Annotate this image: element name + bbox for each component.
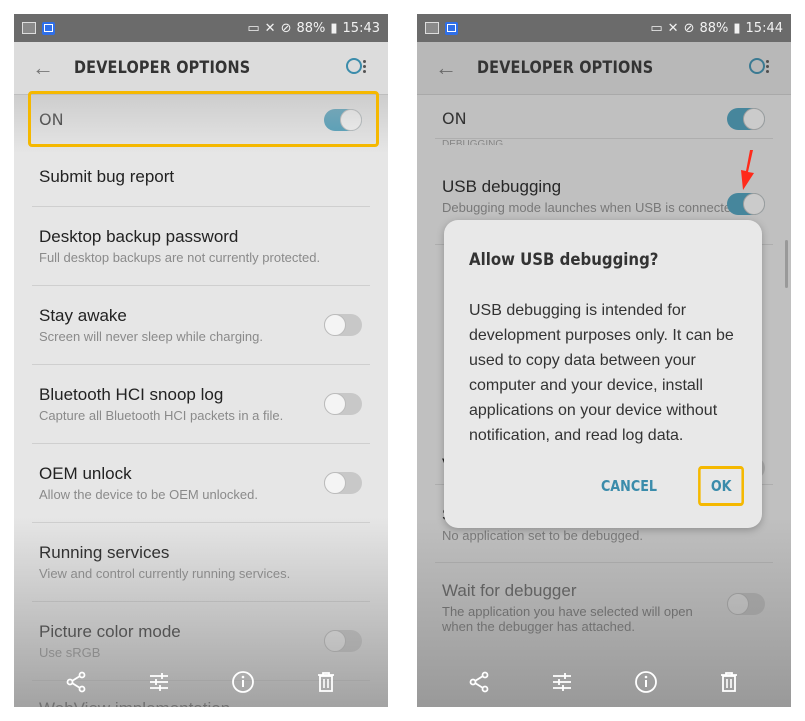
list-item[interactable]: Running services View and control curren… (14, 523, 388, 602)
dialog-message: USB debugging is intended for developmen… (469, 302, 734, 444)
list-item[interactable]: Stay awake Screen will never sleep while… (14, 286, 388, 365)
search-button[interactable] (747, 56, 773, 80)
status-bar: ▭ ✕ ⊘ 88% ▮ 15:43 (14, 14, 388, 42)
left-screen: ▭ ✕ ⊘ 88% ▮ 15:43 ← DEVELOPER OPTIONS ON… (14, 14, 388, 707)
clock: 15:43 (342, 20, 380, 36)
cast-icon: ▭ (650, 20, 663, 36)
battery-icon: ▮ (330, 20, 338, 36)
scrollbar[interactable] (785, 240, 788, 288)
dialog-title: Allow USB debugging? (469, 250, 659, 270)
bottom-toolbar (417, 657, 791, 707)
settings-sliders-icon[interactable] (139, 662, 179, 702)
list-item[interactable]: Desktop backup password Full desktop bac… (14, 207, 388, 286)
master-switch-row[interactable]: ON (417, 95, 791, 139)
bluetooth-hci-toggle[interactable] (324, 393, 362, 415)
clock: 15:44 (745, 20, 783, 36)
ok-button[interactable]: OK (697, 466, 744, 506)
battery-icon: ▮ (733, 20, 741, 36)
back-arrow-icon[interactable]: ← (435, 55, 457, 81)
battery-percent: 88% (296, 20, 326, 36)
share-icon[interactable] (56, 662, 96, 702)
red-arrow-annotation (741, 150, 754, 190)
gallery-icon (425, 22, 439, 34)
more-vert-icon[interactable] (363, 60, 366, 63)
page-title: DEVELOPER OPTIONS (477, 58, 654, 78)
on-switch-highlight (28, 91, 379, 147)
battery-percent: 88% (699, 20, 729, 36)
search-icon (749, 58, 765, 74)
share-icon[interactable] (459, 662, 499, 702)
list-item[interactable]: Bluetooth HCI snoop log Capture all Blue… (14, 365, 388, 444)
section-header: DEBUGGING (442, 139, 504, 145)
delete-icon[interactable] (306, 662, 346, 702)
list-item[interactable]: Submit bug report (14, 145, 388, 207)
cast-icon: ▭ (247, 20, 260, 36)
wait-debugger-toggle[interactable] (727, 593, 765, 615)
block-icon: ⊘ (683, 20, 695, 36)
info-icon[interactable] (626, 662, 666, 702)
stay-awake-toggle[interactable] (324, 314, 362, 336)
search-icon (346, 58, 362, 74)
block-icon: ⊘ (280, 20, 292, 36)
status-bar: ▭ ✕ ⊘ 88% ▮ 15:44 (417, 14, 791, 42)
list-item[interactable]: OEM unlock Allow the device to be OEM un… (14, 444, 388, 523)
list-item[interactable]: Wait for debugger The application you ha… (417, 563, 791, 653)
gallery-icon (22, 22, 36, 34)
delete-icon[interactable] (709, 662, 749, 702)
mute-icon: ✕ (264, 20, 276, 36)
cancel-button[interactable]: CANCEL (590, 469, 666, 503)
app-bar: ← DEVELOPER OPTIONS (417, 42, 791, 95)
info-icon[interactable] (223, 662, 263, 702)
back-arrow-icon[interactable]: ← (32, 55, 54, 81)
search-button[interactable] (344, 56, 370, 80)
oem-unlock-toggle[interactable] (324, 472, 362, 494)
bottom-toolbar (14, 657, 388, 707)
usb-debugging-toggle[interactable] (727, 193, 765, 215)
allow-usb-debugging-dialog: Allow USB debugging? USB debugging is in… (444, 220, 762, 528)
master-toggle[interactable] (727, 108, 765, 130)
app-bar: ← DEVELOPER OPTIONS (14, 42, 388, 95)
app-icon (445, 21, 458, 35)
more-vert-icon[interactable] (766, 60, 769, 63)
settings-sliders-icon[interactable] (542, 662, 582, 702)
right-screen: ▭ ✕ ⊘ 88% ▮ 15:44 ← DEVELOPER OPTIONS ON… (417, 14, 791, 707)
picture-color-toggle[interactable] (324, 630, 362, 652)
page-title: DEVELOPER OPTIONS (74, 58, 251, 78)
mute-icon: ✕ (667, 20, 679, 36)
app-icon (42, 21, 55, 35)
settings-list: ON Submit bug report Desktop backup pass… (14, 95, 388, 707)
